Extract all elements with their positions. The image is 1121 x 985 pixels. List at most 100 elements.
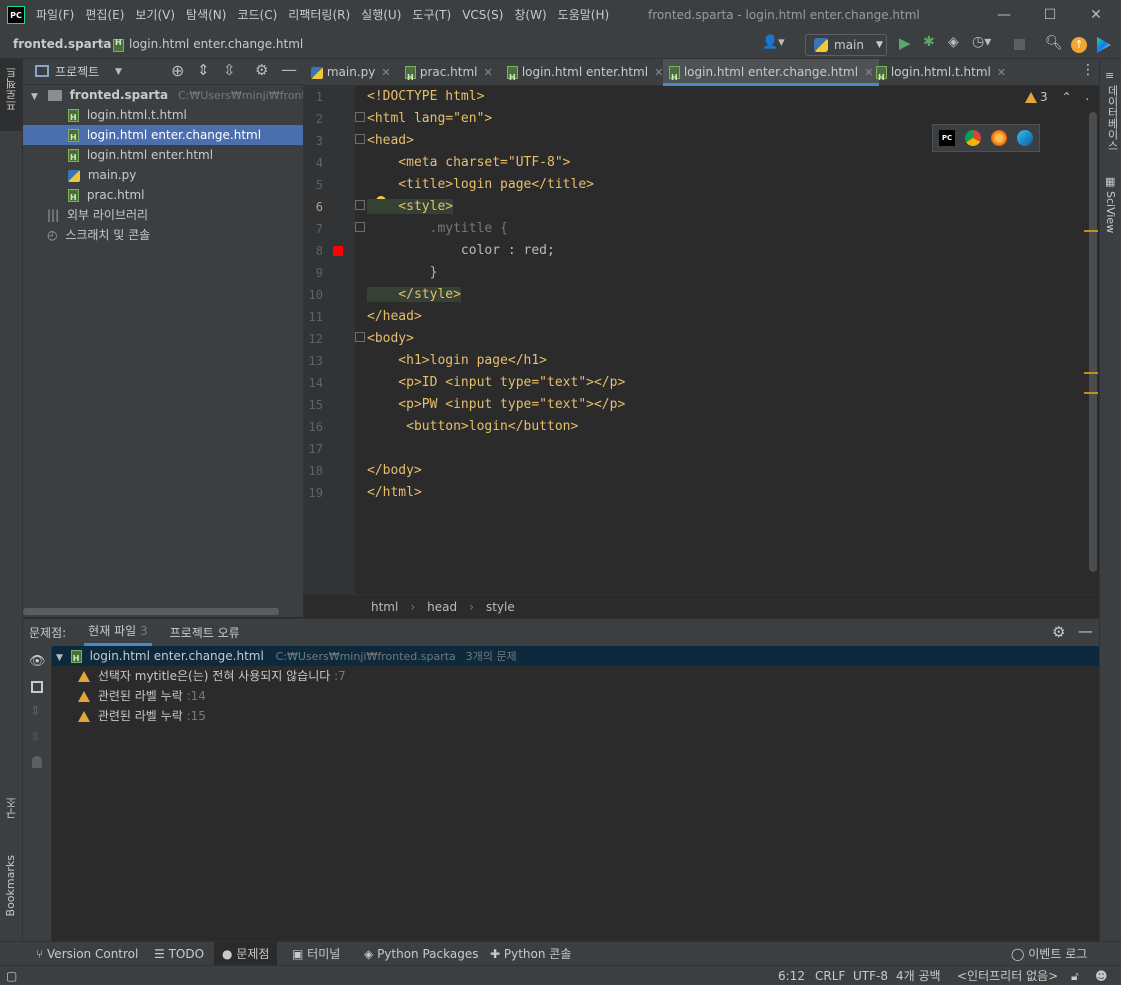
- status-indent[interactable]: 4개 공백: [896, 966, 941, 985]
- project-tool-button[interactable]: 프로젝트: [0, 59, 22, 131]
- tree-scratches[interactable]: ◴ 스크래치 및 콘솔: [23, 225, 303, 245]
- fold-marker-icon[interactable]: [355, 332, 365, 342]
- lightbulb-icon[interactable]: [32, 756, 42, 768]
- menu-edit[interactable]: 편집(E): [85, 0, 124, 31]
- chevron-down-icon[interactable]: ▼: [115, 59, 122, 85]
- tool-version-control[interactable]: ⑂ Version Control: [36, 942, 138, 966]
- chevron-up-icon[interactable]: ⌃: [1062, 90, 1072, 104]
- database-tool-label[interactable]: 데이터베이스: [1104, 85, 1120, 151]
- breadcrumb-item[interactable]: style: [486, 600, 515, 614]
- minimize-icon[interactable]: —: [981, 0, 1027, 31]
- expand-all-icon[interactable]: ⇕: [197, 61, 210, 79]
- scroll-thumb[interactable]: [1089, 112, 1097, 572]
- menu-help[interactable]: 도움말(H): [558, 0, 610, 31]
- close-icon[interactable]: ✕: [483, 66, 492, 79]
- warning-marker[interactable]: [1084, 392, 1098, 394]
- tree-file[interactable]: login.html enter.change.html: [23, 125, 303, 145]
- problem-item[interactable]: 관련된 라벨 누락 :14: [52, 686, 1099, 706]
- editor-scrollbar[interactable]: [1084, 86, 1099, 594]
- structure-tool-label[interactable]: 구조: [4, 797, 20, 819]
- close-icon[interactable]: ✕: [864, 66, 873, 79]
- code-editor[interactable]: <!DOCTYPE html> <html lang="en"> <head> …: [355, 86, 1094, 594]
- menu-view[interactable]: 보기(V): [135, 0, 175, 31]
- close-icon[interactable]: ✕: [654, 66, 663, 79]
- firefox-icon[interactable]: [991, 130, 1007, 146]
- preview-icon[interactable]: [31, 681, 43, 693]
- warning-marker[interactable]: [1084, 230, 1098, 232]
- breadcrumb-item[interactable]: html: [371, 600, 398, 614]
- tab-prac-html[interactable]: prac.html ✕: [405, 59, 493, 91]
- tool-event-log[interactable]: ◯ 이벤트 로그: [1011, 942, 1087, 966]
- horizontal-scrollbar[interactable]: [23, 608, 279, 615]
- status-line-separator[interactable]: CRLF: [815, 966, 845, 985]
- run-icon[interactable]: ▶: [899, 34, 911, 52]
- stop-icon[interactable]: [1014, 39, 1025, 50]
- problem-item[interactable]: 선택자 mytitle은(는) 전혀 사용되지 않습니다 :7: [52, 666, 1099, 686]
- menu-window[interactable]: 창(W): [514, 0, 546, 31]
- collapse-all-icon[interactable]: ⇳: [30, 730, 41, 745]
- inspection-profile-icon[interactable]: ☻: [1095, 966, 1108, 985]
- toggle-tool-windows-icon[interactable]: ▢: [6, 966, 17, 985]
- close-icon[interactable]: ✕: [1073, 0, 1119, 31]
- bookmarks-tool-label[interactable]: Bookmarks: [4, 855, 17, 916]
- menu-navigate[interactable]: 탐색(N): [186, 0, 226, 31]
- fold-marker-icon[interactable]: [355, 200, 365, 210]
- gear-icon[interactable]: ⚙: [255, 61, 268, 79]
- menu-run[interactable]: 실행(U): [361, 0, 401, 31]
- user-icon[interactable]: 👤▾: [762, 35, 785, 50]
- color-swatch-icon[interactable]: [333, 246, 343, 256]
- edge-icon[interactable]: [1017, 130, 1033, 146]
- close-icon[interactable]: ✕: [381, 66, 390, 79]
- locate-icon[interactable]: ⊕: [171, 61, 184, 80]
- menu-code[interactable]: 코드(C): [237, 0, 277, 31]
- tree-file[interactable]: login.html enter.html: [23, 145, 303, 165]
- expand-all-icon[interactable]: ⇕: [30, 704, 41, 719]
- fold-marker-icon[interactable]: [355, 112, 365, 122]
- tab-login-t[interactable]: login.html.t.html ✕: [876, 59, 1006, 91]
- inspection-widget[interactable]: 3 ⌃ ⌄: [1025, 90, 1094, 104]
- problems-file-row[interactable]: ▼ login.html enter.change.html C:₩Users₩…: [52, 646, 1099, 669]
- run-config-select[interactable]: main ▼: [805, 34, 887, 56]
- tree-file[interactable]: main.py: [23, 165, 303, 185]
- menu-tools[interactable]: 도구(T): [412, 0, 451, 31]
- tool-problems[interactable]: ● 문제점: [214, 942, 278, 966]
- problem-item[interactable]: 관련된 라벨 누락 :15: [52, 706, 1099, 726]
- tab-current-file[interactable]: 현재 파일 3: [84, 619, 152, 646]
- warning-marker[interactable]: [1084, 372, 1098, 374]
- profile-icon[interactable]: ◷▾: [972, 34, 991, 50]
- tab-project-errors[interactable]: 프로젝트 오류: [170, 624, 240, 641]
- tab-login-enter[interactable]: login.html enter.html ✕: [507, 59, 663, 91]
- tool-terminal[interactable]: ▣ 터미널: [292, 942, 340, 966]
- tool-python-packages[interactable]: ◈ Python Packages: [364, 942, 478, 966]
- debug-icon[interactable]: ✱: [923, 34, 935, 50]
- tree-external-libraries[interactable]: ||| 외부 라이브러리: [23, 205, 303, 225]
- project-panel-title[interactable]: 프로젝트: [55, 59, 99, 85]
- hide-icon[interactable]: —: [1078, 622, 1093, 640]
- status-encoding[interactable]: UTF-8: [853, 966, 888, 985]
- close-icon[interactable]: ✕: [997, 66, 1006, 79]
- coverage-icon[interactable]: ◈: [948, 34, 959, 50]
- tool-python-console[interactable]: ✚ Python 콘솔: [490, 942, 571, 966]
- tree-root[interactable]: ▼ fronted.sparta C:₩Users₩minji₩fronted.…: [23, 85, 303, 105]
- pycharm-browser-icon[interactable]: PC: [939, 130, 955, 146]
- breadcrumb-item[interactable]: head: [427, 600, 457, 614]
- search-icon[interactable]: 🔍︎: [1045, 35, 1063, 51]
- eye-icon[interactable]: 👁︎: [29, 654, 46, 669]
- status-interpreter[interactable]: <인터프리터 없음>: [957, 966, 1058, 985]
- lock-icon[interactable]: 🔓︎: [1071, 966, 1079, 985]
- chrome-icon[interactable]: [965, 130, 981, 146]
- fold-marker-icon[interactable]: [355, 134, 365, 144]
- sciview-tool-label[interactable]: SciView: [1104, 191, 1117, 233]
- update-icon[interactable]: ↑: [1071, 37, 1087, 53]
- menu-refactor[interactable]: 리팩터링(R): [288, 0, 350, 31]
- maximize-icon[interactable]: ☐: [1027, 0, 1073, 31]
- tree-file[interactable]: prac.html: [23, 185, 303, 205]
- status-caret-position[interactable]: 6:12: [778, 966, 805, 985]
- tree-file[interactable]: login.html.t.html: [23, 105, 303, 125]
- tab-login-enter-change[interactable]: login.html enter.change.html ✕: [663, 59, 880, 91]
- tab-main-py[interactable]: main.py ✕: [311, 59, 391, 86]
- menu-vcs[interactable]: VCS(S): [462, 0, 503, 31]
- collapse-all-icon[interactable]: ⇳: [223, 61, 236, 79]
- gear-icon[interactable]: ⚙: [1052, 623, 1065, 641]
- nav-crumb-file[interactable]: login.html enter.change.html: [129, 31, 303, 58]
